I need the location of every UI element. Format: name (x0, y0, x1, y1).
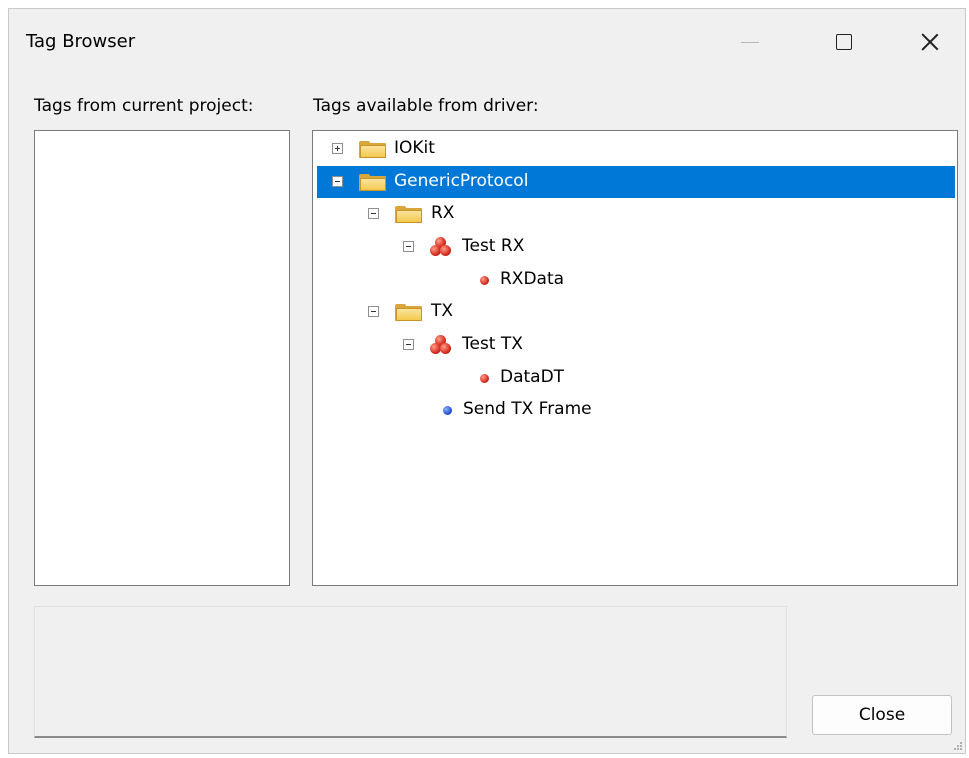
tree-node-label: DataDT (500, 367, 565, 387)
window-title: Tag Browser (26, 31, 136, 52)
tree-node-label: TX (431, 301, 454, 321)
collapse-minus-icon[interactable] (368, 306, 379, 317)
tree-node-rxdata[interactable]: RXData (313, 264, 957, 296)
folder-icon (395, 304, 422, 321)
blue-dot-icon (443, 406, 452, 415)
tag-group-icon (430, 237, 452, 257)
close-window-button[interactable] (895, 9, 965, 75)
close-icon (921, 33, 939, 51)
red-dot-icon (480, 374, 489, 383)
expand-plus-icon[interactable] (332, 143, 343, 154)
tree-node-label: IOKit (394, 138, 435, 158)
close-button[interactable]: Close (812, 695, 952, 735)
maximize-button[interactable] (809, 9, 879, 75)
tag-group-icon (430, 335, 452, 355)
folder-icon (359, 174, 386, 191)
resize-grip-icon[interactable] (952, 740, 962, 750)
tag-browser-window: Tag Browser Tags from current project: T… (8, 8, 966, 754)
tree-node-test-rx[interactable]: Test RX (313, 231, 957, 263)
title-bar[interactable]: Tag Browser (9, 9, 965, 75)
collapse-minus-icon[interactable] (332, 176, 343, 187)
minimize-button[interactable] (715, 9, 785, 75)
tree-node-label: RX (431, 203, 455, 223)
tree-node-tx[interactable]: TX (313, 296, 957, 328)
driver-tags-tree[interactable]: IOKit GenericProtocol RX Test RX RXData … (312, 130, 958, 586)
tree-node-label: GenericProtocol (394, 171, 529, 191)
minimize-icon (741, 41, 759, 43)
red-dot-icon (480, 276, 489, 285)
project-tags-label: Tags from current project: (34, 96, 254, 116)
tree-node-label: Send TX Frame (463, 399, 592, 419)
description-panel (34, 606, 787, 738)
collapse-minus-icon[interactable] (403, 241, 414, 252)
tree-node-rx[interactable]: RX (313, 198, 957, 230)
driver-tags-label: Tags available from driver: (313, 96, 539, 116)
tree-node-genericprotocol[interactable]: GenericProtocol (317, 166, 955, 198)
tree-node-test-tx[interactable]: Test TX (313, 329, 957, 361)
collapse-minus-icon[interactable] (368, 208, 379, 219)
folder-icon (395, 206, 422, 223)
tree-node-send-tx-frame[interactable]: Send TX Frame (313, 394, 957, 426)
tree-node-label: Test TX (462, 334, 523, 354)
folder-icon (359, 141, 386, 158)
tree-node-datadt[interactable]: DataDT (313, 362, 957, 394)
collapse-minus-icon[interactable] (403, 339, 414, 350)
project-tags-list[interactable] (34, 130, 290, 586)
tree-node-label: RXData (500, 269, 565, 289)
tree-node-label: Test RX (462, 236, 525, 256)
tree-node-iokit[interactable]: IOKit (313, 133, 957, 165)
maximize-icon (836, 34, 852, 50)
